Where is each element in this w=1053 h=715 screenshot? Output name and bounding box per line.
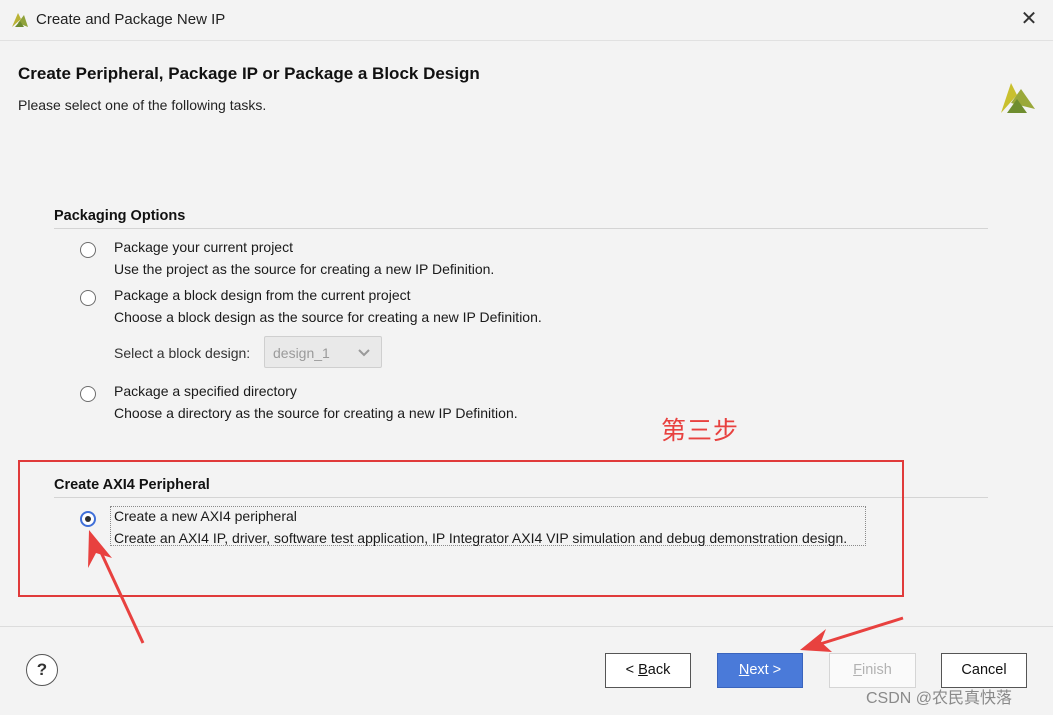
cancel-button[interactable]: Cancel bbox=[941, 653, 1027, 688]
arrow-to-next-icon bbox=[800, 616, 904, 652]
next-rest: ext > bbox=[749, 662, 782, 678]
close-icon[interactable]: ✕ bbox=[1017, 7, 1041, 31]
option-description: Choose a block design as the source for … bbox=[114, 309, 542, 325]
next-button[interactable]: Next > bbox=[717, 653, 803, 688]
option-label[interactable]: Package a block design from the current … bbox=[114, 287, 411, 303]
next-mnemonic: N bbox=[738, 662, 750, 678]
option-description: Use the project as the source for creati… bbox=[114, 261, 495, 277]
radio-package-current-project[interactable] bbox=[80, 242, 96, 258]
option-description: Choose a directory as the source for cre… bbox=[114, 405, 518, 421]
finish-rest: inish bbox=[862, 662, 892, 678]
window-title: Create and Package New IP bbox=[36, 11, 226, 28]
help-button[interactable]: ? bbox=[26, 654, 58, 686]
option-label[interactable]: Package your current project bbox=[114, 239, 293, 255]
back-rest: ack bbox=[647, 662, 671, 678]
radio-package-block-design[interactable] bbox=[80, 290, 96, 306]
back-mnemonic: B bbox=[638, 662, 648, 678]
footer-divider bbox=[0, 626, 1053, 627]
finish-mnemonic: F bbox=[853, 662, 863, 678]
window-titlebar: Create and Package New IP ✕ bbox=[0, 0, 1053, 41]
page-subtitle: Please select one of the following tasks… bbox=[18, 97, 267, 113]
chevron-down-icon bbox=[357, 346, 371, 364]
select-value: design_1 bbox=[273, 345, 330, 361]
option-label[interactable]: Package a specified directory bbox=[114, 383, 297, 399]
section-divider bbox=[54, 228, 988, 229]
block-design-select-label: Select a block design: bbox=[114, 345, 251, 361]
back-prefix: < bbox=[625, 662, 639, 678]
annotation-highlight-box bbox=[18, 460, 904, 597]
block-design-select[interactable]: design_1 bbox=[264, 336, 382, 368]
vivado-logo-icon bbox=[10, 9, 30, 34]
wizard-header: Create Peripheral, Package IP or Package… bbox=[0, 41, 1053, 127]
finish-button[interactable]: Finish bbox=[829, 653, 916, 688]
vivado-logo-icon bbox=[999, 79, 1037, 120]
packaging-options-title: Packaging Options bbox=[54, 208, 186, 224]
back-button[interactable]: < Back bbox=[605, 653, 691, 688]
watermark-text: CSDN @农民真快落 bbox=[866, 690, 1013, 707]
radio-package-directory[interactable] bbox=[80, 386, 96, 402]
annotation-step-text: 第三步 bbox=[661, 417, 740, 445]
page-title: Create Peripheral, Package IP or Package… bbox=[18, 64, 480, 83]
